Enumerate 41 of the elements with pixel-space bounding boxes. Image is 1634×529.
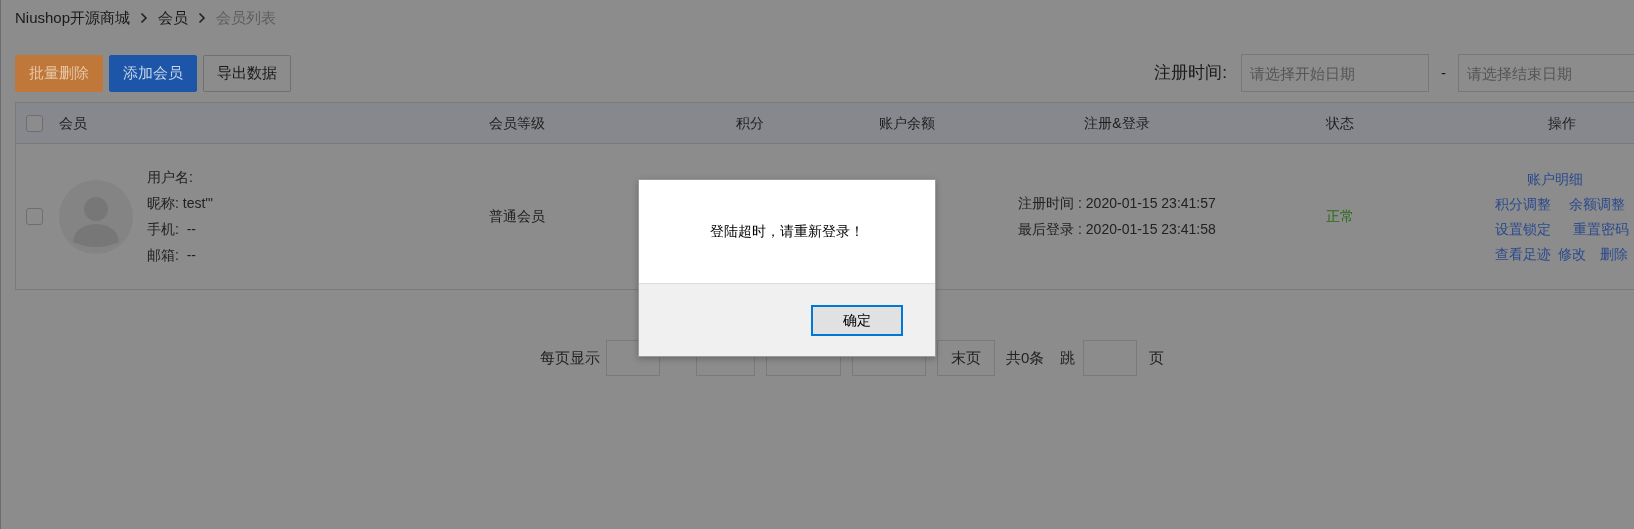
member-info: 昵称: test'": [147, 194, 213, 213]
dialog-message: 登陆超时，请重新登录！: [710, 222, 864, 241]
pagination-label: 页: [1149, 347, 1165, 368]
action-link[interactable]: 设置锁定: [1495, 219, 1551, 239]
action-link[interactable]: 删除: [1600, 244, 1628, 264]
status-text: 正常: [1326, 208, 1354, 224]
column-header: 会员: [59, 114, 87, 131]
column-header: 积分: [736, 114, 764, 131]
toolbar-button[interactable]: 添加会员: [109, 54, 197, 92]
column-header: 会员等级: [489, 114, 545, 131]
chevron-right-icon: [140, 12, 149, 24]
breadcrumb-link[interactable]: 会员: [158, 6, 189, 30]
member-info: 手机: --: [147, 220, 197, 239]
action-link[interactable]: 余额调整: [1569, 194, 1625, 214]
checkbox[interactable]: [25, 114, 43, 132]
toolbar-button[interactable]: 导出数据: [203, 54, 291, 92]
filter-label: 注册时间:: [1154, 62, 1227, 85]
toolbar-button[interactable]: 批量删除: [15, 54, 103, 92]
table-cell: 普通会员: [489, 208, 545, 224]
action-link[interactable]: 查看足迹: [1495, 244, 1551, 264]
pagination-label: 每页显示: [540, 347, 600, 368]
member-info: 邮箱: --: [147, 246, 197, 265]
chevron-right-icon: [198, 12, 207, 24]
table-cell-text: 最后登录 : 2020-01-15 23:41:58: [1018, 220, 1216, 239]
pagination-label: 共0条: [1006, 347, 1045, 368]
column-header: 操作: [1548, 114, 1576, 131]
column-header: 注册&登录: [1084, 114, 1150, 131]
checkbox[interactable]: [25, 208, 43, 225]
page-button[interactable]: 末页: [937, 340, 995, 376]
range-separator: -: [1441, 62, 1446, 83]
action-link[interactable]: 重置密码: [1573, 219, 1629, 239]
pagination-label: 跳: [1060, 347, 1076, 368]
ok-button[interactable]: 确定: [811, 304, 903, 336]
column-header: 账户余额: [879, 114, 935, 131]
action-link[interactable]: 修改: [1558, 244, 1586, 264]
action-link[interactable]: 积分调整: [1495, 194, 1551, 214]
action-link[interactable]: 账户明细: [1527, 169, 1583, 189]
table-cell-text: 注册时间 : 2020-01-15 23:41:57: [1018, 194, 1216, 213]
breadcrumb-link[interactable]: Niushop开源商城: [15, 6, 131, 30]
column-header: 状态: [1326, 114, 1354, 131]
member-info: 用户名:: [147, 168, 194, 187]
